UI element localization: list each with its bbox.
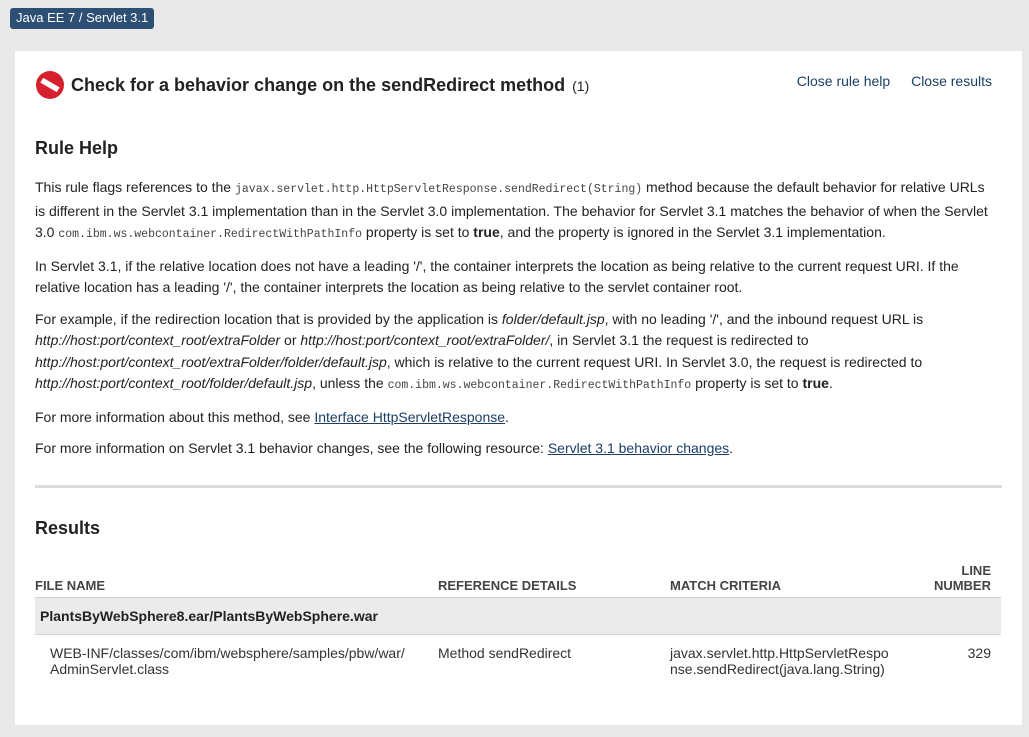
servlet-behavior-changes-link[interactable]: Servlet 3.1 behavior changes	[548, 440, 729, 456]
italic-text: http://host:port/context_root/folder/def…	[35, 375, 313, 391]
match-criteria-cell: javax.servlet.http.HttpServletResponse.s…	[670, 644, 889, 677]
rule-title-text: Check for a behavior change on the sendR…	[71, 75, 566, 95]
text: For more information about this method, …	[35, 408, 315, 425]
rule-title: Check for a behavior change on the sendR…	[71, 75, 589, 96]
bold-text: true	[802, 375, 829, 391]
rule-help-body: This rule flags references to the javax.…	[35, 177, 995, 470]
code-snippet: com.ibm.ws.webcontainer.RedirectWithPath…	[387, 379, 692, 392]
rule-help-paragraph: In Servlet 3.1, if the relative location…	[35, 257, 959, 296]
column-header-line-number-line1: LINE	[961, 562, 991, 578]
close-results-link[interactable]: Close results	[911, 73, 992, 89]
rule-help-paragraph: For example, if the redirection location…	[35, 309, 995, 397]
close-rule-help-link[interactable]: Close rule help	[797, 73, 890, 89]
italic-text: http://host:port/context_root/extraFolde…	[300, 332, 550, 348]
rule-help-heading: Rule Help	[35, 138, 119, 158]
table-row[interactable]: WEB-INF/classes/com/ibm/websphere/sample…	[35, 634, 1001, 687]
code-snippet: javax.servlet.http.HttpServletResponse.s…	[235, 183, 643, 196]
file-name-cell: WEB-INF/classes/com/ibm/websphere/sample…	[50, 644, 405, 677]
column-header-line-number[interactable]: LINE NUMBER	[902, 553, 1001, 598]
text: For example, if the redirection location…	[35, 310, 502, 327]
results-header-row: FILE NAME REFERENCE DETAILS MATCH CRITER…	[35, 553, 1001, 598]
rule-title-row: Check for a behavior change on the sendR…	[35, 70, 1002, 102]
version-badge: Java EE 7 / Servlet 3.1	[10, 8, 155, 29]
text: property is set to	[362, 224, 474, 240]
italic-text: http://host:port/context_root/extraFolde…	[35, 353, 387, 370]
results-heading: Results	[35, 518, 101, 538]
text: , and the property is ignored in the Ser…	[499, 224, 886, 240]
text: , in Servlet 3.1 the request is redirect…	[549, 332, 809, 348]
results-group-row: PlantsByWebSphere8.ear/PlantsByWebSphere…	[35, 597, 1001, 635]
line-number-cell: 329	[967, 644, 991, 661]
code-snippet: com.ibm.ws.webcontainer.RedirectWithPath…	[58, 228, 363, 241]
text: , with no leading '/', and the inbound r…	[604, 310, 924, 327]
rule-match-count: (1)	[572, 78, 590, 94]
text: For more information on Servlet 3.1 beha…	[35, 440, 548, 456]
italic-text: folder/default.jsp	[501, 310, 605, 327]
rule-help-paragraph: For more information about this method, …	[35, 407, 995, 429]
prohibited-icon	[36, 71, 64, 99]
results-table: FILE NAME REFERENCE DETAILS MATCH CRITER…	[35, 553, 1001, 687]
column-header-reference-details[interactable]: REFERENCE DETAILS	[438, 553, 670, 598]
text: This rule flags references to the	[35, 179, 235, 195]
group-label: PlantsByWebSphere8.ear/PlantsByWebSphere…	[35, 597, 1001, 635]
rule-help-paragraph: This rule flags references to the javax.…	[35, 177, 995, 246]
text: , which is relative to the current reque…	[386, 353, 923, 370]
text: .	[729, 440, 734, 456]
section-divider	[35, 485, 1002, 488]
column-header-line-number-line2: NUMBER	[933, 577, 991, 593]
italic-text: http://host:port/context_root/extraFolde…	[35, 332, 281, 348]
httpservletresponse-doc-link[interactable]: Interface HttpServletResponse	[314, 409, 505, 425]
reference-details-cell: Method sendRedirect	[438, 644, 572, 661]
rule-panel: Check for a behavior change on the sendR…	[15, 51, 1022, 725]
panel-actions: Close rule help Close results	[780, 73, 992, 89]
bold-text: true	[473, 224, 500, 240]
text: .	[828, 375, 833, 391]
text: property is set to	[691, 375, 803, 391]
text: .	[505, 408, 509, 425]
column-header-file-name[interactable]: FILE NAME	[35, 553, 438, 598]
text: or	[280, 332, 301, 348]
column-header-match-criteria[interactable]: MATCH CRITERIA	[670, 553, 902, 598]
text: , unless the	[312, 375, 388, 391]
rule-help-paragraph: For more information on Servlet 3.1 beha…	[35, 438, 995, 460]
